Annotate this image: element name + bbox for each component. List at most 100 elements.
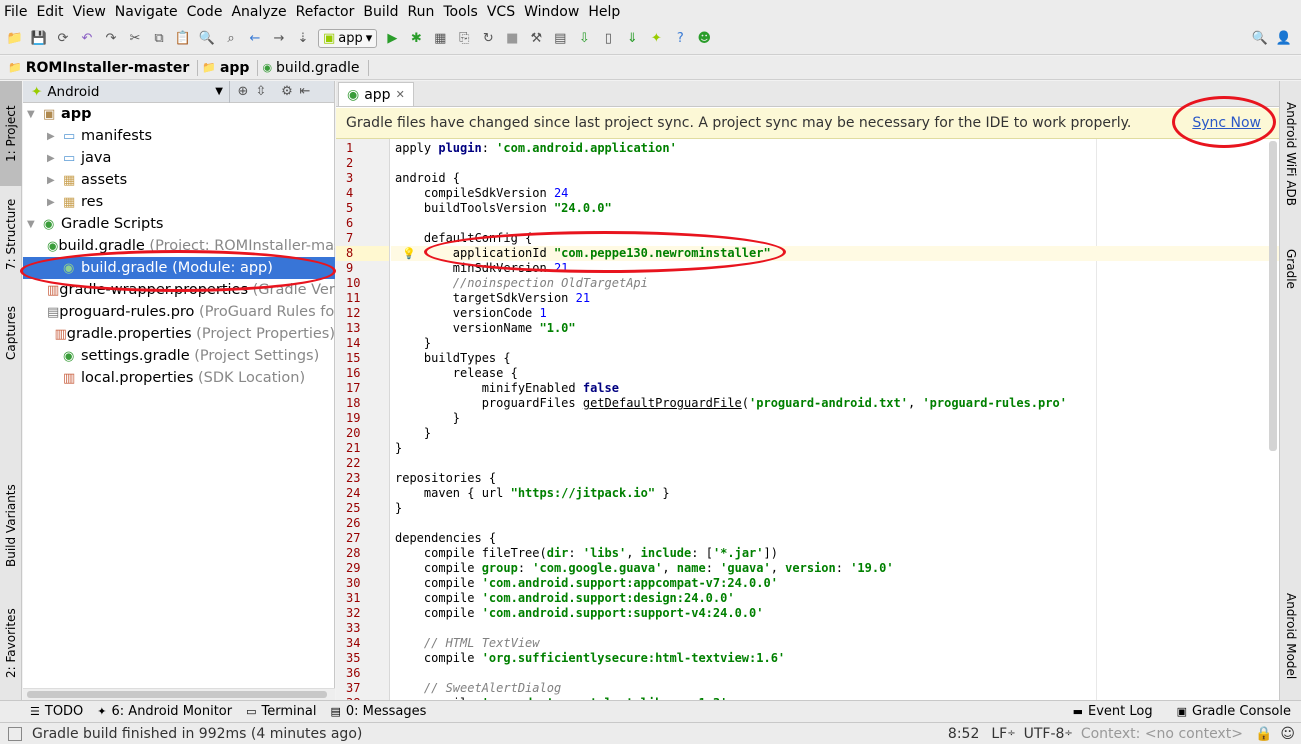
code-line[interactable]: minSdkVersion 21 [395,261,569,276]
forward-icon[interactable]: → [270,30,288,48]
rerun-icon[interactable]: ↻ [479,30,497,48]
tab-structure[interactable]: 7: Structure [0,189,22,279]
code-line[interactable]: } [395,441,402,456]
find-icon[interactable]: 🔍 [198,30,216,48]
user-avatar[interactable]: 👤 [1275,30,1293,48]
tab-favorites[interactable]: 2: Favorites [0,596,22,691]
bottom-tool-terminal[interactable]: ▭ Terminal [246,704,316,719]
scroll-from-source-icon[interactable]: ⊕ [234,83,252,101]
code-line[interactable]: compile 'org.sufficientlysecure:html-tex… [395,651,785,666]
bottom-tool-messages[interactable]: ▤ 0: Messages [330,704,426,719]
open-icon[interactable]: 📁 [6,30,24,48]
code-line[interactable]: compile 'com.android.support:design:24.0… [395,591,735,606]
code-line[interactable]: proguardFiles getDefaultProguardFile('pr… [395,396,1067,411]
menu-run[interactable]: Run [408,4,435,20]
breadcrumb-item[interactable]: 📁 app [202,59,259,76]
code-line[interactable]: apply plugin: 'com.android.application' [395,141,677,156]
back-icon[interactable]: ← [246,30,264,48]
menu-navigate[interactable]: Navigate [115,4,178,20]
menu-tools[interactable]: Tools [443,4,478,20]
coverage-icon[interactable]: ▦ [431,30,449,48]
copy-icon[interactable]: ⧉ [150,30,168,48]
code-area[interactable]: apply plugin: 'com.android.application' a… [391,139,1279,700]
arrow-right-icon[interactable]: ▶ [47,175,63,186]
bottom-tool-event-log[interactable]: ▬ Event Log [1073,704,1153,719]
android-icon[interactable]: ✦ [647,30,665,48]
code-line[interactable]: compile 'com.android.support:support-v4:… [395,606,764,621]
avd-manager-icon[interactable]: ▯ [599,30,617,48]
attach-icon[interactable]: ⎘ [455,30,473,48]
replace-icon[interactable]: ⌕ [222,30,240,48]
horizontal-scrollbar[interactable] [23,688,335,700]
menu-view[interactable]: View [73,4,106,20]
menu-file[interactable]: File [4,4,27,20]
menu-vcs[interactable]: VCS [487,4,515,20]
redo-icon[interactable]: ↷ [102,30,120,48]
debug-icon[interactable]: ✱ [407,30,425,48]
tree-item[interactable]: ▼ ◉ Gradle Scripts [23,213,335,235]
tree-item[interactable]: ▥ gradle.properties (Project Properties) [23,323,335,345]
paste-icon[interactable]: 📋 [174,30,192,48]
tree-item[interactable]: ▶ ▦ assets [23,169,335,191]
arrow-right-icon[interactable]: ▶ [47,197,63,208]
code-line[interactable]: targetSdkVersion 21 [395,291,590,306]
vertical-scrollbar[interactable] [1269,141,1277,451]
tree-item[interactable]: ▤proguard-rules.pro (ProGuard Rules for … [23,301,335,323]
code-line[interactable]: compile group: 'com.google.guava', name:… [395,561,894,576]
collapse-all-icon[interactable]: ⇳ [252,83,270,101]
code-line[interactable]: //noinspection OldTargetApi [395,276,648,291]
arrow-down-icon[interactable]: ▼ [27,219,43,230]
arrow-right-icon[interactable]: ▶ [47,153,63,164]
menu-code[interactable]: Code [187,4,223,20]
sync-icon[interactable]: ⟳ [54,30,72,48]
caret-position[interactable]: 8:52 [948,726,979,742]
sync-now-link[interactable]: Sync Now [1192,115,1261,131]
arrow-down-icon[interactable]: ▼ [27,109,43,120]
tree-item[interactable]: ▥gradle-wrapper.properties (Gradle Versi… [23,279,335,301]
tab-project[interactable]: 1: Project [0,81,22,186]
tree-item[interactable]: ▶ ▭ java [23,147,335,169]
tab-app[interactable]: ◉ app ✕ [338,82,414,106]
arrow-right-icon[interactable]: ▶ [47,131,63,142]
code-line[interactable]: minifyEnabled false [395,381,619,396]
code-line[interactable]: // SweetAlertDialog [395,681,561,696]
code-line[interactable]: compileSdkVersion 24 [395,186,569,201]
search-everywhere-icon[interactable]: 🔍 [1251,30,1269,48]
code-line[interactable]: compile 'com.android.support:appcompat-v… [395,576,778,591]
file-encoding[interactable]: UTF-8 [1024,726,1065,742]
code-line[interactable]: applicationId "com.peppe130.newrominstal… [395,246,771,261]
hide-panel-icon[interactable]: ⇤ [296,83,314,101]
code-line[interactable]: buildTypes { [395,351,511,366]
tree-item[interactable]: ▥ local.properties (SDK Location) [23,367,335,389]
code-line[interactable]: repositories { [395,471,496,486]
tree-item[interactable]: ◉ build.gradle (Module: app) [23,257,335,279]
lock-icon[interactable]: 🔒 [1255,726,1272,742]
code-line[interactable]: versionName "1.0" [395,321,576,336]
cut-icon[interactable]: ✂ [126,30,144,48]
code-line[interactable]: // HTML TextView [395,636,540,651]
code-line[interactable]: } [395,426,431,441]
tree-item[interactable]: ▶ ▦ res [23,191,335,213]
code-line[interactable]: release { [395,366,518,381]
tree-item[interactable]: ◉build.gradle (Project: ROMInstaller-mas… [23,235,335,257]
tab-gradle[interactable]: Gradle [1280,236,1301,301]
tab-captures[interactable]: Captures [0,296,22,371]
close-icon[interactable]: ✕ [396,88,405,101]
tab-android-model[interactable]: Android Model [1280,581,1301,691]
bottom-tool-console[interactable]: ▣ Gradle Console [1177,704,1291,719]
tab-build-variants[interactable]: Build Variants [0,473,22,578]
save-icon[interactable]: 💾 [30,30,48,48]
menu-edit[interactable]: Edit [36,4,63,20]
bottom-tool-android[interactable]: ✦ 6: Android Monitor [97,704,232,719]
breadcrumb-item[interactable]: 📁 ROMInstaller-master [8,59,199,76]
tool-windows-icon[interactable] [8,726,22,741]
project-view-select[interactable]: ✦ Android ▼ [23,80,230,103]
code-line[interactable]: buildToolsVersion "24.0.0" [395,201,612,216]
gear-icon[interactable]: ⚙ [278,83,296,101]
tree-item[interactable]: ▶ ▭ manifests [23,125,335,147]
code-line[interactable]: } [395,336,431,351]
context-indicator[interactable]: Context: <no context> [1081,726,1243,742]
code-line[interactable]: compile fileTree(dir: 'libs', include: [… [395,546,778,561]
tree-item[interactable]: ▼ ▣ app [23,103,335,125]
android-device-monitor-icon[interactable]: ☻ [695,30,713,48]
